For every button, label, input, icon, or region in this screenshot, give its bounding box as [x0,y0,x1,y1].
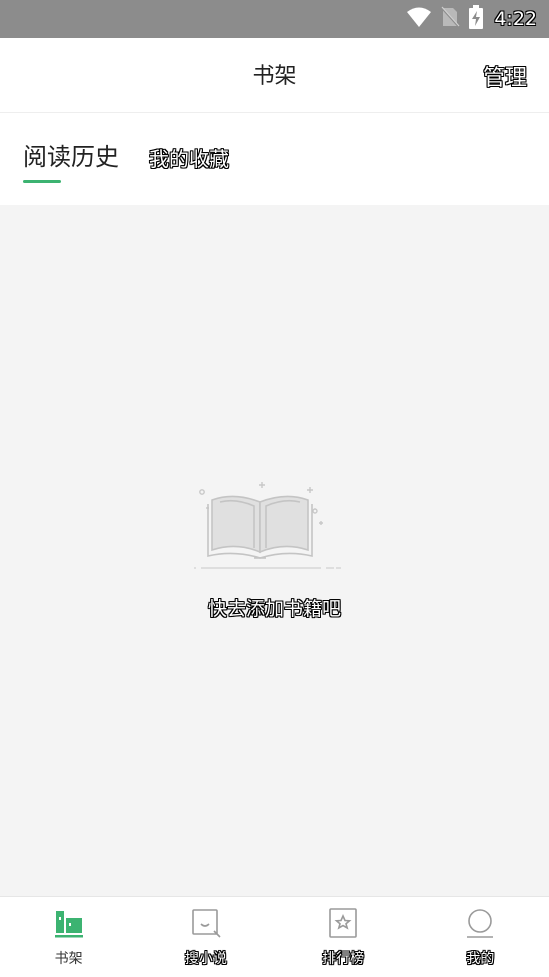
tab-reading-history[interactable]: 阅读历史 [23,137,119,172]
nav-search-novel[interactable]: 搜小说 [137,897,274,977]
nav-label-profile: 我的 [466,951,495,967]
battery-charging-icon [468,5,484,33]
bottom-nav: 书架 搜小说 排行榜 我的 [0,896,549,977]
manage-button[interactable]: 管理 [483,60,527,92]
nav-label-bookshelf: 书架 [54,951,83,967]
search-novel-icon [190,907,222,939]
nav-label-ranking: 排行榜 [322,951,365,967]
status-time: 4:22 [494,8,537,30]
bookshelf-icon [53,907,85,939]
wifi-icon [406,6,432,32]
no-sim-icon [440,6,461,32]
open-book-icon [0,470,549,572]
nav-ranking[interactable]: 排行榜 [275,897,412,977]
profile-icon [464,907,496,939]
nav-label-search-novel: 搜小说 [184,951,227,967]
tab-my-favorites[interactable]: 我的收藏 [149,143,229,172]
nav-bookshelf[interactable]: 书架 [0,897,137,977]
page-title: 书架 [252,64,297,89]
status-icons: 4:22 [406,5,537,33]
ranking-icon [327,907,359,939]
empty-state: 快去添加书籍吧 [0,470,549,621]
app-header: 书架 管理 [0,38,549,113]
empty-message: 快去添加书籍吧 [207,598,341,620]
active-tab-indicator [23,180,61,183]
status-bar: 4:22 [0,0,549,38]
nav-profile[interactable]: 我的 [412,897,549,977]
tab-bar: 阅读历史 我的收藏 [0,113,549,205]
